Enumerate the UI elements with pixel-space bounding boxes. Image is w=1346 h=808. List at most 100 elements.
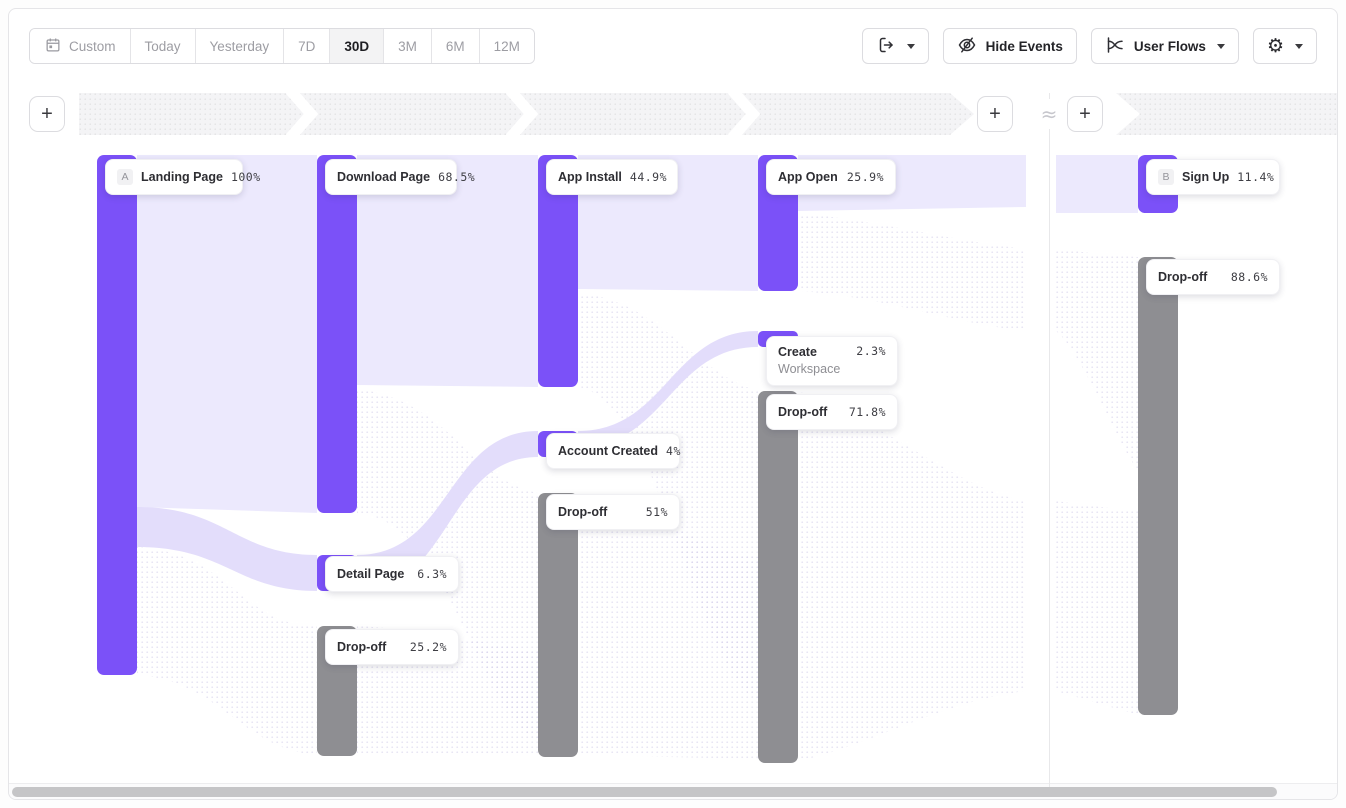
step-segment-b[interactable]: B Sign Up <box>1154 93 1218 135</box>
node-card-dropoff-step-3[interactable]: Drop-off 51% <box>546 494 680 530</box>
node-label: App Install <box>558 170 622 184</box>
toolbar: Custom Today Yesterday 7D 30D 3M 6M 12M <box>9 9 1337 81</box>
date-range-30d[interactable]: 30D <box>329 29 383 63</box>
chevron-down-icon <box>907 44 915 49</box>
hide-events-label: Hide Events <box>986 39 1063 54</box>
node-bar-dropoff-step-4[interactable] <box>758 391 798 763</box>
node-card-create-workspace[interactable]: Create Workspace 2.3% <box>766 336 898 386</box>
node-bar-dropoff-b[interactable] <box>1138 257 1178 715</box>
node-card-app-install[interactable]: App Install 44.9% <box>546 159 678 195</box>
node-card-detail-page[interactable]: Detail Page 6.3% <box>325 556 459 592</box>
plus-icon: + <box>1079 104 1091 124</box>
node-percent: 11.4% <box>1237 170 1274 184</box>
horizontal-scrollbar-track <box>9 783 1337 799</box>
link-landing-dropoff <box>137 547 317 755</box>
date-range-today[interactable]: Today <box>130 29 195 63</box>
dropoff-trail-2 <box>578 493 758 759</box>
link-appopen-dropoffb-2 <box>1056 249 1138 471</box>
link-appopen-dropoffb-1 <box>798 213 1026 331</box>
date-range-yesterday[interactable]: Yesterday <box>195 29 284 63</box>
dropoff-trail-3 <box>798 391 1026 761</box>
view-mode-label: User Flows <box>1134 39 1206 54</box>
export-button[interactable] <box>862 28 929 64</box>
node-label: Account Created <box>558 444 658 458</box>
node-card-dropoff-step-4[interactable]: Drop-off 71.8% <box>766 394 898 430</box>
add-step-button-start-b[interactable]: + <box>1067 96 1103 132</box>
node-percent: 4% <box>666 444 681 458</box>
date-range-6m[interactable]: 6M <box>431 29 479 63</box>
horizontal-scrollbar-thumb[interactable] <box>12 787 1277 797</box>
node-card-account-created[interactable]: Account Created 4% <box>546 433 680 469</box>
node-bar-download-page[interactable] <box>317 155 357 513</box>
date-range-7d[interactable]: 7D <box>283 29 329 63</box>
node-percent: 51% <box>646 505 668 519</box>
node-label: Landing Page <box>141 170 223 184</box>
node-percent: 44.9% <box>630 170 667 184</box>
node-label: App Open <box>778 170 838 184</box>
user-flows-panel: Custom Today Yesterday 7D 30D 3M 6M 12M <box>8 8 1338 800</box>
node-label: Drop-off <box>778 405 827 419</box>
node-percent: 100% <box>231 170 261 184</box>
hide-events-button[interactable]: Hide Events <box>943 28 1077 64</box>
node-label: Drop-off <box>558 505 607 519</box>
node-card-download-page[interactable]: Download Page 68.5% <box>325 159 457 195</box>
node-percent: 25.2% <box>410 640 447 654</box>
node-percent: 71.8% <box>849 405 886 419</box>
node-label: Drop-off <box>337 640 386 654</box>
toolbar-actions: Hide Events User Flows ⚙ <box>862 28 1317 64</box>
date-range-label: 7D <box>298 39 315 54</box>
node-label: Detail Page <box>337 567 404 581</box>
date-range-group: Custom Today Yesterday 7D 30D 3M 6M 12M <box>29 28 535 64</box>
eye-off-icon <box>957 35 977 58</box>
node-card-dropoff-step-2[interactable]: Drop-off 25.2% <box>325 629 459 665</box>
node-bar-landing-page[interactable] <box>97 155 137 675</box>
link-landing-detail <box>137 507 317 591</box>
node-label-line2: Workspace <box>778 361 840 378</box>
node-label: Drop-off <box>1158 270 1207 284</box>
date-range-label: 3M <box>398 39 417 54</box>
node-bar-dropoff-step-3[interactable] <box>538 493 578 757</box>
date-range-label: 30D <box>344 39 369 54</box>
link-landing-download <box>137 155 317 513</box>
node-label: Create <box>778 344 840 361</box>
step-label: Sign Up <box>1170 107 1218 122</box>
date-range-label: 12M <box>494 39 520 54</box>
step-badge: A <box>117 169 133 185</box>
chevron-down-icon <box>1217 44 1225 49</box>
node-card-dropoff-b[interactable]: Drop-off 88.6% <box>1146 259 1280 295</box>
add-step-button-start[interactable]: + <box>29 96 65 132</box>
date-range-12m[interactable]: 12M <box>479 29 534 63</box>
step-badge: B <box>1158 169 1174 185</box>
node-card-app-open[interactable]: App Open 25.9% <box>766 159 896 195</box>
date-range-label: Custom <box>69 39 116 54</box>
dropoff-trail-b <box>1056 501 1138 715</box>
node-label: Sign Up <box>1182 170 1229 184</box>
node-percent: 88.6% <box>1231 270 1268 284</box>
node-percent: 2.3% <box>856 344 886 358</box>
flows-icon <box>1105 35 1125 58</box>
date-range-custom[interactable]: Custom <box>30 29 130 63</box>
step-segment-a[interactable]: A Landing Page <box>104 93 203 135</box>
export-icon <box>876 35 896 58</box>
node-card-landing-page[interactable]: A Landing Page 100% <box>105 159 243 195</box>
link-left-signup <box>1056 155 1138 213</box>
node-percent: 6.3% <box>417 567 447 581</box>
node-percent: 25.9% <box>847 170 884 184</box>
step-label: Landing Page <box>120 107 203 122</box>
chevron-down-icon <box>1295 44 1303 49</box>
node-label: Download Page <box>337 170 430 184</box>
date-range-label: Today <box>145 39 181 54</box>
add-step-button-end-a[interactable]: + <box>977 96 1013 132</box>
date-range-label: 6M <box>446 39 465 54</box>
settings-button[interactable]: ⚙ <box>1253 28 1317 64</box>
step-letter: A <box>104 107 113 122</box>
view-mode-button[interactable]: User Flows <box>1091 28 1239 64</box>
approx-separator: ≈ <box>1035 99 1063 129</box>
plus-icon: + <box>989 104 1001 124</box>
date-range-3m[interactable]: 3M <box>383 29 431 63</box>
node-card-sign-up[interactable]: B Sign Up 11.4% <box>1146 159 1280 195</box>
plus-icon: + <box>41 104 53 124</box>
step-letter: B <box>1154 107 1163 122</box>
link-account-workspace <box>578 331 758 447</box>
date-range-label: Yesterday <box>210 39 270 54</box>
